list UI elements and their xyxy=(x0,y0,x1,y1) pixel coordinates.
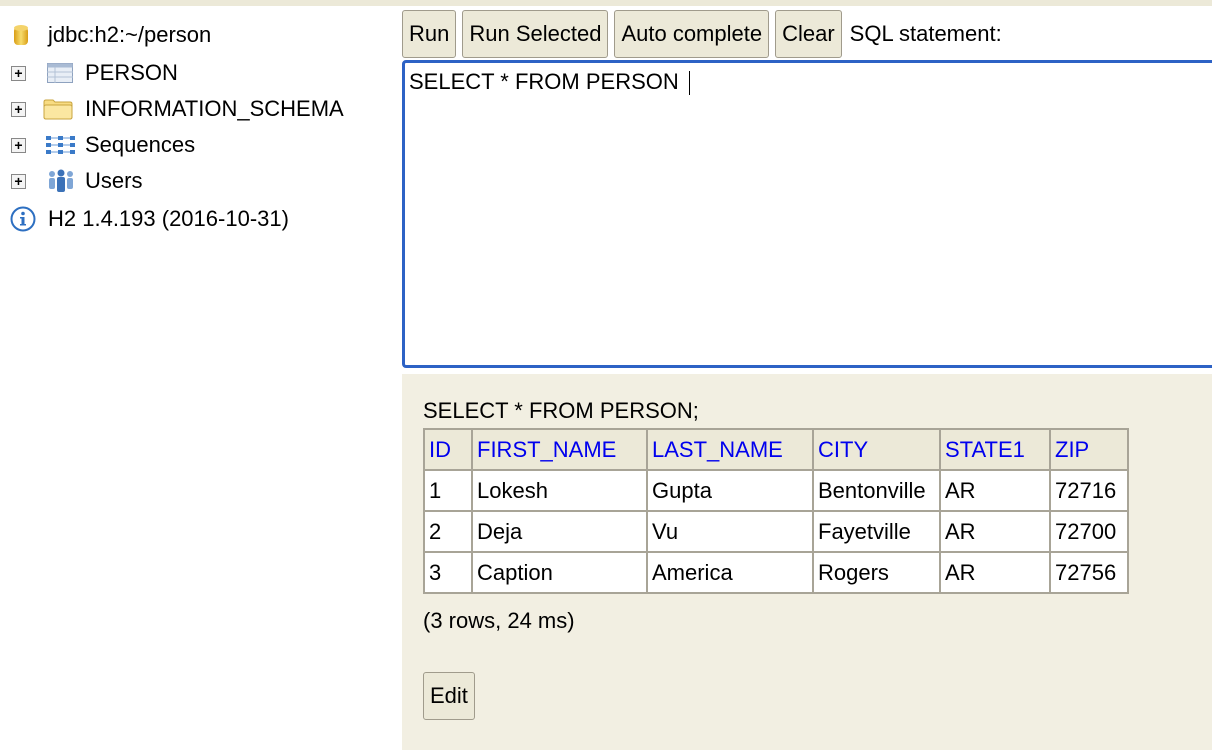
cell-id: 2 xyxy=(423,510,473,553)
table-row: 2 Deja Vu Fayetville AR 72700 xyxy=(423,510,1129,553)
tree-item-label: INFORMATION_SCHEMA xyxy=(85,96,344,121)
column-header-city[interactable]: CITY xyxy=(812,428,941,471)
cell-city: Bentonville xyxy=(812,469,941,512)
column-header-zip[interactable]: ZIP xyxy=(1049,428,1129,471)
cell-zip: 72716 xyxy=(1049,469,1129,512)
cell-state1: AR xyxy=(939,469,1051,512)
query-toolbar: Run Run Selected Auto complete Clear SQL… xyxy=(402,10,1002,58)
table-icon xyxy=(47,63,73,83)
tree-item-label: Users xyxy=(85,168,143,193)
cell-first-name: Lokesh xyxy=(471,469,648,512)
top-frame-border xyxy=(0,0,1212,6)
cell-first-name: Deja xyxy=(471,510,648,553)
users-icon xyxy=(49,169,73,192)
cell-state1: AR xyxy=(939,551,1051,594)
sql-statement-label: SQL statement: xyxy=(849,21,1002,46)
sql-text: SELECT * FROM PERSON xyxy=(409,69,685,94)
version-label: H2 1.4.193 (2016-10-31) xyxy=(48,206,289,231)
expand-icon[interactable]: + xyxy=(11,101,26,117)
cell-last-name: Vu xyxy=(646,510,814,553)
column-header-first-name[interactable]: FIRST_NAME xyxy=(471,428,648,471)
tree-item-label: PERSON xyxy=(85,60,178,85)
cell-zip: 72756 xyxy=(1049,551,1129,594)
cell-city: Fayetville xyxy=(812,510,941,553)
folder-icon xyxy=(43,99,73,120)
tree-item-label: Sequences xyxy=(85,132,196,157)
clear-button[interactable]: Clear xyxy=(775,10,842,58)
run-selected-button[interactable]: Run Selected xyxy=(462,10,609,58)
executed-statement: SELECT * FROM PERSON; xyxy=(423,398,699,423)
column-header-state1[interactable]: STATE1 xyxy=(939,428,1051,471)
connection-label: jdbc:h2:~/person xyxy=(48,22,212,47)
sql-editor[interactable]: SELECT * FROM PERSON xyxy=(402,60,1212,368)
text-caret xyxy=(688,71,690,96)
cell-id: 3 xyxy=(423,551,473,594)
info-icon xyxy=(10,206,36,232)
cell-city: Rogers xyxy=(812,551,941,594)
table-row: 3 Caption America Rogers AR 72756 xyxy=(423,551,1129,594)
cell-state1: AR xyxy=(939,510,1051,553)
cell-last-name: Gupta xyxy=(646,469,814,512)
column-header-last-name[interactable]: LAST_NAME xyxy=(646,428,814,471)
cell-id: 1 xyxy=(423,469,473,512)
run-button[interactable]: Run xyxy=(402,10,457,58)
expand-icon[interactable]: + xyxy=(11,137,26,153)
result-table: ID FIRST_NAME LAST_NAME CITY STATE1 ZIP … xyxy=(423,428,1129,594)
result-summary: (3 rows, 24 ms) xyxy=(423,608,575,633)
table-row: 1 Lokesh Gupta Bentonville AR 72716 xyxy=(423,469,1129,512)
edit-button[interactable]: Edit xyxy=(423,672,475,720)
auto-complete-button[interactable]: Auto complete xyxy=(614,10,770,58)
cell-first-name: Caption xyxy=(471,551,648,594)
expand-icon[interactable]: + xyxy=(11,173,26,189)
table-header-row: ID FIRST_NAME LAST_NAME CITY STATE1 ZIP xyxy=(423,428,1129,471)
cell-last-name: America xyxy=(646,551,814,594)
column-header-id[interactable]: ID xyxy=(423,428,473,471)
expand-icon[interactable]: + xyxy=(11,65,26,81)
sequences-icon xyxy=(46,136,75,154)
result-panel: SELECT * FROM PERSON; ID FIRST_NAME LAST… xyxy=(402,374,1212,750)
cell-zip: 72700 xyxy=(1049,510,1129,553)
database-icon xyxy=(14,25,28,45)
